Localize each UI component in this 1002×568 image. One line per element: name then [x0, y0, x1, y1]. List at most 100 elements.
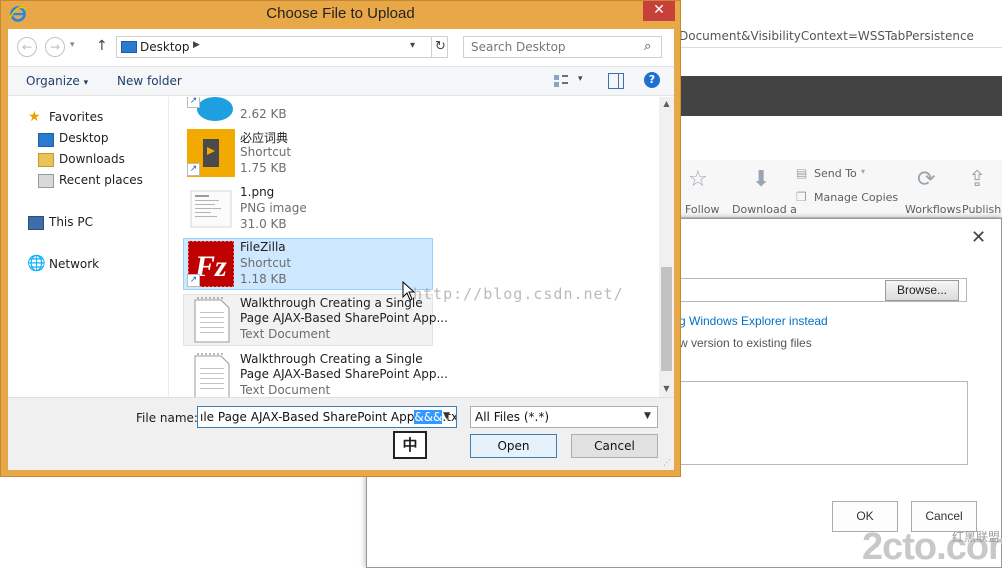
address-dropdown-chevron-icon[interactable]: ▾ [410, 40, 415, 51]
nav-favorites[interactable]: Favorites [49, 110, 103, 124]
file-size: 31.0 KB [240, 217, 287, 231]
open-button[interactable]: Open [470, 434, 557, 458]
back-arrow-icon[interactable]: ← [17, 37, 37, 57]
file-type: Shortcut [240, 145, 292, 159]
file-type: Shortcut [240, 256, 292, 270]
dialog-title-bar[interactable]: Choose File to Upload ✕ [1, 1, 680, 28]
close-icon[interactable]: ✕ [971, 227, 986, 248]
browse-button[interactable]: Browse... [885, 280, 959, 301]
nav-downloads[interactable]: Downloads [59, 152, 125, 166]
scroll-up-arrow-icon[interactable]: ▲ [659, 97, 674, 111]
scroll-down-arrow-icon[interactable]: ▼ [659, 382, 674, 396]
file-name-input[interactable]: ıle Page AJAX-Based SharePoint App&&&.tx… [197, 406, 457, 428]
png-thumbnail-icon [190, 190, 232, 228]
follow-star-icon[interactable]: ☆ [688, 169, 708, 191]
list-item[interactable]: Walkthrough Creating a Single Page AJAX-… [183, 294, 448, 346]
shortcut-arrow-icon: ↗ [187, 97, 200, 108]
view-dropdown-chevron-icon[interactable]: ▾ [578, 74, 583, 84]
version-comments-textarea[interactable] [673, 381, 968, 465]
publish-icon[interactable]: ⇪ [968, 169, 986, 191]
file-type: Text Document [240, 327, 331, 341]
file-name: 必应词典 [240, 131, 289, 145]
list-item[interactable]: ↗ 2.62 KB [183, 97, 433, 127]
file-name: FileZilla [240, 240, 286, 254]
desktop-folder-icon [121, 41, 137, 53]
file-name-text-before: ıle Page AJAX-Based SharePoint App [200, 410, 415, 424]
nav-desktop[interactable]: Desktop [59, 131, 109, 145]
address-location[interactable]: Desktop [140, 40, 190, 54]
shortcut-arrow-icon: ↗ [187, 274, 200, 287]
file-name-label: File name: [136, 411, 198, 425]
sharepoint-ribbon: ☆ Follow ⬇ Download a ▤ Send To ▾ ❐ Mana… [674, 160, 1002, 218]
scrollbar-thumb[interactable] [661, 267, 672, 371]
downloads-folder-icon [38, 153, 54, 167]
list-item[interactable]: Walkthrough Creating a Single Page AJAX-… [183, 350, 448, 397]
forward-arrow-icon[interactable]: → [45, 37, 65, 57]
send-to-icon: ▤ [796, 166, 808, 180]
up-arrow-icon[interactable]: ↑ [96, 38, 108, 54]
file-name: Walkthrough Creating a Single [240, 352, 423, 366]
file-size: 2.62 KB [240, 107, 287, 121]
mouse-cursor-icon [402, 281, 416, 301]
text-document-icon [194, 353, 230, 397]
browser-url-text: Document&VisibilityContext=WSSTabPersist… [679, 29, 974, 43]
favorites-star-icon: ★ [28, 109, 41, 125]
file-size: 1.75 KB [240, 161, 287, 175]
preview-pane-icon[interactable] [608, 73, 624, 89]
organize-label: Organize [26, 74, 80, 88]
organize-button[interactable]: Organize ▾ [26, 74, 88, 88]
file-name-line2: Page AJAX-Based SharePoint App... [240, 311, 448, 325]
dialog-title: Choose File to Upload [266, 5, 415, 22]
address-bar[interactable]: Desktop ▶ ▾ ↻ [116, 36, 448, 58]
send-to-chevron-icon: ▾ [861, 167, 866, 176]
new-folder-button[interactable]: New folder [117, 74, 182, 88]
file-type: PNG image [240, 201, 307, 215]
help-icon[interactable]: ? [644, 72, 660, 88]
file-list-scrollbar[interactable]: ▲ ▼ [659, 97, 674, 397]
list-item-selected[interactable]: Fz ↗ FileZilla Shortcut 1.18 KB [183, 238, 433, 290]
nav-network[interactable]: Network [49, 257, 99, 271]
recent-places-icon [38, 174, 54, 188]
choose-file-dialog: Choose File to Upload ✕ ← → ▾ ↑ Desktop … [0, 0, 681, 477]
view-options-icon[interactable] [553, 74, 569, 88]
browser-address-bar[interactable]: Document&VisibilityContext=WSSTabPersist… [674, 26, 1002, 48]
ribbon-manage-copies[interactable]: Manage Copies [814, 191, 898, 204]
file-name: Walkthrough Creating a Single [240, 296, 423, 310]
search-icon[interactable]: ⌕ [644, 39, 651, 54]
ribbon-download[interactable]: Download a [732, 203, 797, 216]
file-list[interactable]: ↗ 2.62 KB ↗ 必应词典 Shortcut 1.75 KB 1.png … [168, 97, 658, 397]
file-name-dropdown-chevron-icon[interactable]: ▼ [443, 411, 450, 421]
search-input[interactable]: Search Desktop ⌕ [463, 36, 662, 58]
nav-this-pc[interactable]: This PC [49, 215, 93, 229]
cancel-button[interactable]: Cancel [571, 434, 658, 458]
ribbon-workflows[interactable]: Workflows [905, 203, 961, 216]
dialog-client-area: ← → ▾ ↑ Desktop ▶ ▾ ↻ Search Desktop ⌕ O… [8, 29, 674, 470]
resize-grip-icon[interactable]: ⋰ [663, 458, 671, 467]
manage-copies-icon: ❐ [796, 190, 807, 204]
sharepoint-suite-bar [674, 76, 1002, 116]
recent-locations-chevron-icon[interactable]: ▾ [70, 40, 75, 50]
file-type-value: All Files (*.*) [475, 410, 550, 424]
refresh-icon[interactable]: ↻ [431, 37, 449, 57]
dialog-bottom-bar: File name: ıle Page AJAX-Based SharePoin… [8, 397, 674, 470]
ribbon-publish[interactable]: Publish [962, 203, 1001, 216]
breadcrumb-chevron-icon[interactable]: ▶ [193, 40, 200, 50]
file-type-select[interactable]: All Files (*.*) ▼ [470, 406, 658, 428]
list-item[interactable]: ↗ 必应词典 Shortcut 1.75 KB [183, 127, 433, 179]
ribbon-follow[interactable]: Follow [685, 203, 720, 216]
search-placeholder: Search Desktop [471, 40, 566, 54]
workflows-icon[interactable]: ⟳ [917, 169, 935, 191]
network-icon: 🌐 [27, 254, 46, 272]
ribbon-send-to[interactable]: Send To [814, 167, 857, 180]
list-item[interactable]: 1.png PNG image 31.0 KB [183, 183, 433, 235]
dialog-close-button[interactable]: ✕ [643, 1, 675, 21]
file-type-chevron-icon: ▼ [644, 411, 651, 421]
upload-explorer-link[interactable]: g Windows Explorer instead [679, 314, 828, 328]
nav-recent-places[interactable]: Recent places [59, 173, 143, 187]
download-icon[interactable]: ⬇ [752, 169, 770, 191]
navigation-pane: ★ Favorites Desktop Downloads Recent pla… [8, 97, 166, 397]
site-watermark-cn: 红黑联盟 [952, 530, 1001, 544]
desktop-icon [38, 133, 54, 147]
add-version-label: w version to existing files [679, 336, 812, 350]
file-type: Text Document [240, 383, 331, 397]
